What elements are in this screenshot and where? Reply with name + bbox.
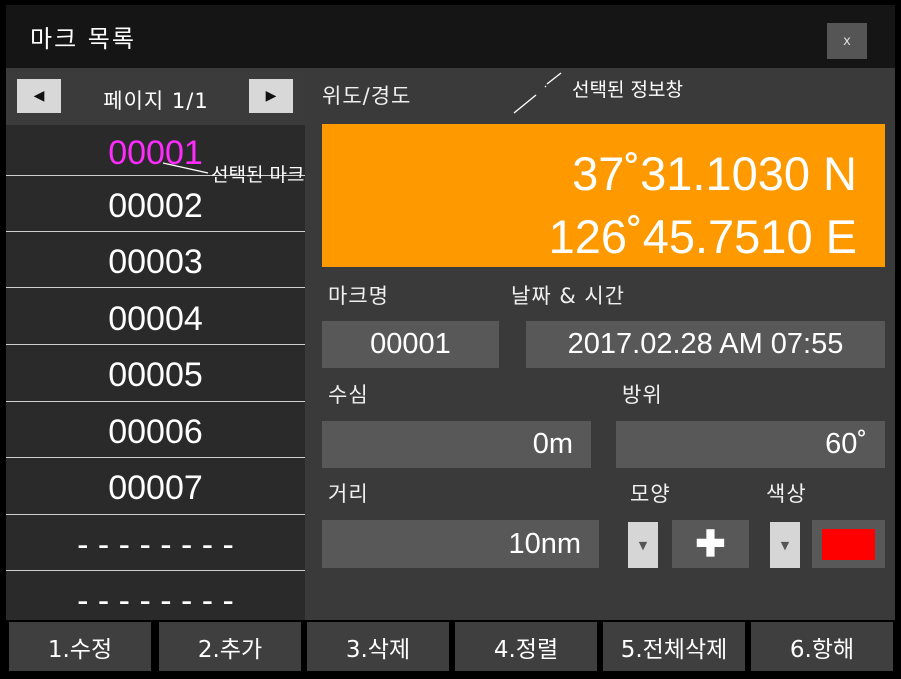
title-bar [6, 5, 895, 68]
selected-mark-annotation: 선택된 마크 [211, 164, 305, 186]
distance-label: 거리 [328, 482, 369, 506]
mark-item[interactable]: 00007 [6, 460, 305, 517]
latitude-value: 37˚31.1030 N [572, 147, 857, 200]
prev-page-button[interactable]: ◀ [17, 79, 61, 113]
add-button[interactable]: 2.추가 [159, 622, 301, 671]
color-preview[interactable] [812, 520, 885, 568]
mark-item[interactable]: 00003 [6, 234, 305, 291]
divider [6, 344, 305, 345]
color-swatch [822, 528, 875, 560]
mark-list-window: 마크 목록 x ◀ 페이지 1/1 ▶ 00001 00002 00003 00… [6, 5, 895, 674]
plus-icon: ✚ [695, 523, 726, 564]
triangle-down-icon: ▼ [638, 538, 648, 552]
delete-button[interactable]: 3.삭제 [307, 622, 449, 671]
window-title: 마크 목록 [30, 25, 136, 53]
delete-all-button[interactable]: 5.전체삭제 [603, 622, 745, 671]
shape-dropdown[interactable]: ▼ [628, 522, 658, 568]
divider [6, 287, 305, 288]
latlon-label: 위도/경도 [322, 84, 412, 108]
depth-label: 수심 [328, 383, 369, 407]
divider [6, 570, 305, 571]
divider [6, 231, 305, 232]
triangle-left-icon: ◀ [33, 88, 45, 104]
longitude-value: 126˚45.7510 E [548, 210, 857, 263]
color-label: 색상 [766, 482, 807, 506]
selected-info-annotation: 선택된 정보창 [572, 79, 683, 101]
mark-item[interactable]: 00006 [6, 404, 305, 461]
mark-item-empty[interactable]: - - - - - - - - [6, 517, 305, 574]
shape-preview[interactable]: ✚ [672, 520, 749, 568]
bearing-label: 방위 [622, 383, 663, 407]
mark-name-field[interactable]: 00001 [322, 321, 499, 368]
distance-field[interactable]: 10nm [322, 520, 599, 568]
mark-item[interactable]: 00005 [6, 347, 305, 404]
sort-button[interactable]: 4.정렬 [455, 622, 597, 671]
mark-name-label: 마크명 [328, 284, 389, 308]
datetime-label: 날짜 & 시간 [511, 284, 626, 308]
edit-button[interactable]: 1.수정 [9, 622, 151, 671]
close-button[interactable]: x [827, 23, 867, 59]
color-dropdown[interactable]: ▼ [770, 522, 800, 568]
datetime-field[interactable]: 2017.02.28 AM 07:55 [526, 321, 885, 368]
divider [6, 514, 305, 515]
divider [6, 457, 305, 458]
depth-field[interactable]: 0m [322, 421, 591, 468]
shape-label: 모양 [630, 482, 671, 506]
bearing-field[interactable]: 60˚ [616, 421, 885, 468]
triangle-down-icon: ▼ [780, 538, 790, 552]
divider [6, 401, 305, 402]
navigate-button[interactable]: 6.항해 [751, 622, 893, 671]
mark-item[interactable]: 00004 [6, 291, 305, 348]
